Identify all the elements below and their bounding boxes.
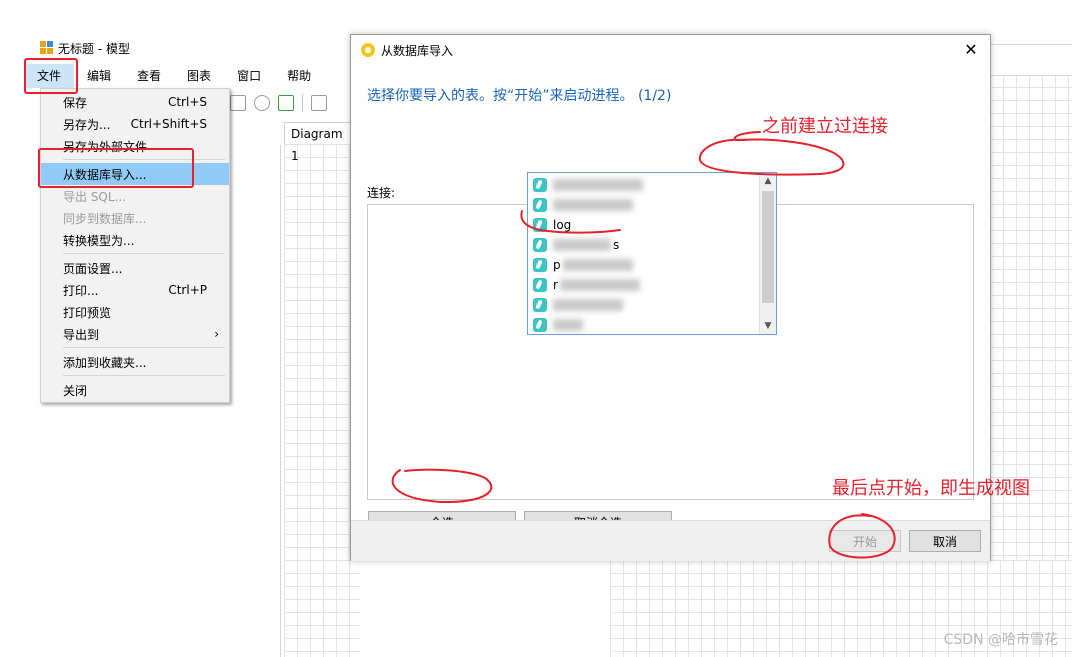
menu-help[interactable]: 帮助	[274, 64, 324, 88]
connection-icon	[533, 238, 547, 252]
menu-item-shortcut: Ctrl+P	[168, 283, 207, 297]
app-title-bar: 无标题 - 模型	[40, 38, 130, 58]
connection-option-label: r	[553, 278, 558, 292]
menu-separator	[63, 253, 225, 254]
relation-icon[interactable]	[311, 95, 327, 111]
annotation-box-import-item	[38, 148, 194, 188]
tab-diagram-1[interactable]: Diagram 1	[284, 122, 354, 163]
connection-icon	[533, 198, 547, 212]
connection-icon	[533, 318, 547, 332]
right-panel-header	[990, 44, 1072, 76]
dialog-footer: 开始 取消	[351, 520, 990, 561]
menu-item-convert-model[interactable]: 转换模型为...	[41, 229, 229, 251]
close-icon[interactable]: ✕	[960, 39, 982, 61]
menu-item-shortcut: Ctrl+S	[167, 95, 207, 109]
redacted-text	[553, 179, 643, 191]
menu-item-label: 导出 SQL...	[63, 189, 127, 204]
menu-item-close[interactable]: 关闭	[41, 379, 229, 401]
connection-option[interactable]: p	[528, 255, 760, 275]
scroll-up-icon[interactable]: ▲	[760, 173, 776, 189]
app-title: 无标题 - 模型	[58, 41, 130, 56]
connection-option[interactable]	[528, 195, 760, 215]
menu-item-save-as[interactable]: 另存为... Ctrl+Shift+S	[41, 113, 229, 135]
scroll-down-icon[interactable]: ▼	[760, 318, 776, 334]
connection-icon	[533, 178, 547, 192]
menu-item-label: 导出到	[63, 327, 100, 342]
dropdown-scrollbar[interactable]: ▲ ▼	[759, 173, 776, 334]
connection-option[interactable]	[528, 175, 760, 195]
menu-item-print[interactable]: 打印... Ctrl+P	[41, 279, 229, 301]
menu-diagram[interactable]: 图表	[174, 64, 224, 88]
connection-option-log[interactable]: log	[528, 215, 760, 235]
connection-option-label: log	[553, 218, 572, 232]
connection-label: 连接:	[367, 186, 396, 200]
scrollbar-thumb[interactable]	[762, 191, 774, 303]
menu-item-label: 保存	[63, 95, 88, 110]
menu-item-export-to[interactable]: 导出到 ›	[41, 323, 229, 345]
menu-view[interactable]: 查看	[124, 64, 174, 88]
app-icon	[361, 43, 375, 57]
menu-item-label: 同步到数据库...	[63, 211, 147, 226]
connection-option[interactable]	[528, 315, 760, 334]
connection-icon	[533, 278, 547, 292]
menu-item-label: 关闭	[63, 383, 88, 398]
menu-window[interactable]: 窗口	[224, 64, 274, 88]
app-logo-icon	[40, 41, 54, 55]
redacted-text	[559, 279, 640, 291]
annotation-note-final: 最后点开始，即生成视图	[832, 478, 1030, 499]
toolbar	[230, 90, 360, 116]
menu-item-label: 添加到收藏夹...	[63, 355, 147, 370]
connection-option[interactable]: s	[528, 235, 760, 255]
menu-item-print-preview[interactable]: 打印预览	[41, 301, 229, 323]
watermark: CSDN @哈市雪花	[943, 632, 1058, 648]
menu-item-shortcut: Ctrl+Shift+S	[130, 117, 207, 131]
diagram-canvas[interactable]	[284, 144, 360, 657]
connection-option-label: s	[613, 238, 620, 252]
start-button[interactable]: 开始	[829, 530, 901, 552]
menu-item-page-setup[interactable]: 页面设置...	[41, 257, 229, 279]
connection-option[interactable]: r	[528, 275, 760, 295]
annotation-box-file-menu	[24, 58, 78, 94]
connection-option-label: p	[553, 258, 561, 272]
redacted-text	[553, 299, 623, 311]
connection-option[interactable]	[528, 295, 760, 315]
shape-icon[interactable]	[254, 95, 270, 111]
annotation-note-connection: 之前建立过连接	[762, 116, 888, 137]
submenu-arrow-icon: ›	[214, 327, 219, 341]
toolbar-separator	[302, 94, 303, 112]
dialog-title: 从数据库导入	[381, 43, 454, 58]
canvas-blank-area	[360, 560, 610, 657]
menu-item-label: 转换模型为...	[63, 233, 135, 248]
connection-icon	[533, 258, 547, 272]
menu-separator	[63, 375, 225, 376]
instruction-text: 选择你要导入的表。按“开始”来启动进程。 (1/2)	[367, 88, 672, 104]
cancel-button[interactable]: 取消	[909, 530, 981, 552]
redacted-text	[553, 319, 583, 331]
menu-item-export-sql[interactable]: 导出 SQL...	[41, 185, 229, 207]
connection-icon	[533, 298, 547, 312]
redacted-text	[553, 239, 611, 251]
connection-icon	[533, 218, 547, 232]
dialog-titlebar: 从数据库导入 ✕	[351, 35, 990, 65]
menu-item-label: 另存为...	[63, 117, 111, 132]
image-icon[interactable]	[230, 95, 246, 111]
file-menu: 保存 Ctrl+S 另存为... Ctrl+Shift+S 另存为外部文件 从数据库…	[40, 88, 230, 403]
redacted-text	[553, 199, 633, 211]
connection-dropdown-list: log s p r ▲ ▼	[527, 172, 777, 335]
menu-item-label: 打印预览	[63, 305, 112, 320]
menu-item-add-favorite[interactable]: 添加到收藏夹...	[41, 351, 229, 373]
layer-icon[interactable]	[278, 95, 294, 111]
menu-item-label: 页面设置...	[63, 261, 123, 276]
redacted-text	[562, 259, 633, 271]
menu-item-save[interactable]: 保存 Ctrl+S	[41, 91, 229, 113]
menu-separator	[63, 347, 225, 348]
menu-item-sync-to-database[interactable]: 同步到数据库...	[41, 207, 229, 229]
menu-item-label: 打印...	[63, 283, 99, 298]
menu-edit[interactable]: 编辑	[74, 64, 124, 88]
